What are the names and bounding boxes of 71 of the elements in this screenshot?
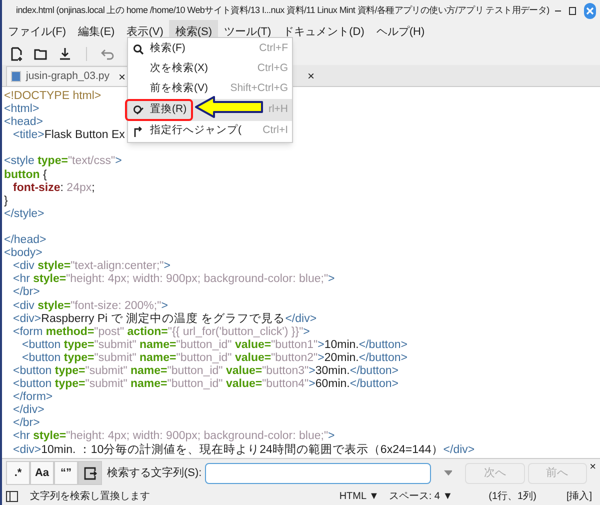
code-line: <html> xyxy=(3,103,40,116)
option-toggle[interactable]: “” xyxy=(54,461,78,485)
menu-entry[interactable]: 前を検索(V) Shift+Ctrl+G xyxy=(128,79,292,99)
code-line: <div style="text-align:center;"> xyxy=(12,260,170,274)
language-selector[interactable]: HTML ▼ xyxy=(339,488,379,504)
code-line: <title>Flask Button Ex xyxy=(12,129,125,142)
search-field[interactable] xyxy=(204,462,431,484)
maximize-icon[interactable] xyxy=(569,7,576,15)
code-line: </div> xyxy=(12,404,44,418)
menu-label: 前を検索(V) xyxy=(150,81,208,96)
code-line: <div style="font-size: 200%;"> xyxy=(12,300,168,312)
dropdown-caret-icon[interactable] xyxy=(444,470,452,476)
panel-icon[interactable] xyxy=(6,490,18,502)
close-button[interactable]: × xyxy=(590,459,596,476)
search-label: 検索する文字列(S): xyxy=(107,466,202,481)
menu-label: 置換(R) xyxy=(150,102,187,118)
callout-arrow xyxy=(194,96,264,118)
menu-item[interactable]: ヘルプ(H) xyxy=(370,20,431,45)
shortcut-label: rl+H xyxy=(268,102,288,118)
code-line: <hr style="height: 4px; width: 900px; background-color: blue;"> xyxy=(12,273,335,286)
code-line: <button type="submit" name="button_id" value="button3">30min.</button> xyxy=(12,364,398,378)
highlight-frame xyxy=(125,99,193,121)
code-line: <div>Raspberry Pi で 測定中の温度 をグラフで見る</div> xyxy=(12,312,317,326)
code-line: <form method="post" action="{{ url_for('button_click') }}"> xyxy=(12,326,310,339)
code-line: } xyxy=(3,194,8,208)
status-message: 文字列を検索し置換します xyxy=(30,490,150,504)
code-line: <head> xyxy=(3,116,44,130)
code-line: </style> xyxy=(3,208,44,221)
new-file-icon[interactable] xyxy=(10,47,24,61)
code-line: <body> xyxy=(3,247,42,260)
code-line: </br> xyxy=(12,417,40,430)
menu-label: 次を検索(X) xyxy=(150,61,208,76)
option-toggle[interactable]: Aa xyxy=(30,461,54,485)
code-line: <button type="submit" name="button_id" value="button1">10min.</button> xyxy=(21,338,408,352)
menu-entry[interactable]: 指定行へジャンプ( Ctrl+I xyxy=(128,121,292,141)
code-line: <!DOCTYPE html> xyxy=(3,90,102,104)
close-icon[interactable] xyxy=(584,3,596,19)
option-toggle[interactable]: .* xyxy=(6,461,30,485)
replace-mode-icon xyxy=(84,466,96,480)
folder-icon[interactable] xyxy=(34,47,48,61)
code-line: <button type="submit" name="button_id" value="button4">60min.</button> xyxy=(12,378,398,392)
menu-entry[interactable]: 次を検索(X) Ctrl+G xyxy=(128,59,292,79)
option-toggle[interactable] xyxy=(78,461,102,485)
close-tab-icon[interactable]: × xyxy=(308,67,315,85)
undo-icon[interactable] xyxy=(101,47,115,61)
minimize-icon[interactable] xyxy=(555,10,562,12)
code-line: <style type="text/css"> xyxy=(3,154,122,169)
code-line: </head> xyxy=(3,233,46,248)
code-line: <div>10min. ：10分毎の計測値を、現在時より24時間の範囲で表示（6x24=144）</div> xyxy=(12,444,475,457)
code-line: <button type="submit" name="button_id" value="button2">20min.</button> xyxy=(21,352,408,365)
search-icon xyxy=(133,44,144,54)
menu-item[interactable]: 編集(E) xyxy=(72,20,121,45)
code-line: button { xyxy=(3,168,47,182)
window-title: index.html (onjinas.local 上の home /home/10 Webサイト資料/13 I...nux 資料/11 Linux Mint 資料/各種アプリの使い方/アプリ テスト用データ) xyxy=(16,4,550,18)
code-line: <hr style="height: 4px; width: 900px; background-color: blue;"> xyxy=(12,430,335,443)
download-icon[interactable] xyxy=(58,47,72,61)
code-line: </br> xyxy=(12,286,40,300)
shortcut-label: Ctrl+G xyxy=(257,61,288,76)
close-tab-icon[interactable]: × xyxy=(118,68,126,86)
shortcut-label: Shift+Ctrl+G xyxy=(230,81,288,96)
replace-icon xyxy=(133,104,144,116)
shortcut-label: Ctrl+I xyxy=(262,123,288,138)
code-line: </form> xyxy=(12,391,53,404)
python-file-icon xyxy=(11,71,21,82)
insert-mode: [挿入] xyxy=(566,490,592,504)
menu-item[interactable]: ファイル(F) xyxy=(2,20,72,45)
cursor-position: (1行、1列) xyxy=(488,490,536,504)
menu-label: 指定行へジャンプ( xyxy=(150,123,242,138)
code-line: font-size: 24px; xyxy=(12,182,95,195)
jump-icon xyxy=(133,126,144,136)
indent-selector[interactable]: スペース: 4 ▼ xyxy=(388,488,453,504)
